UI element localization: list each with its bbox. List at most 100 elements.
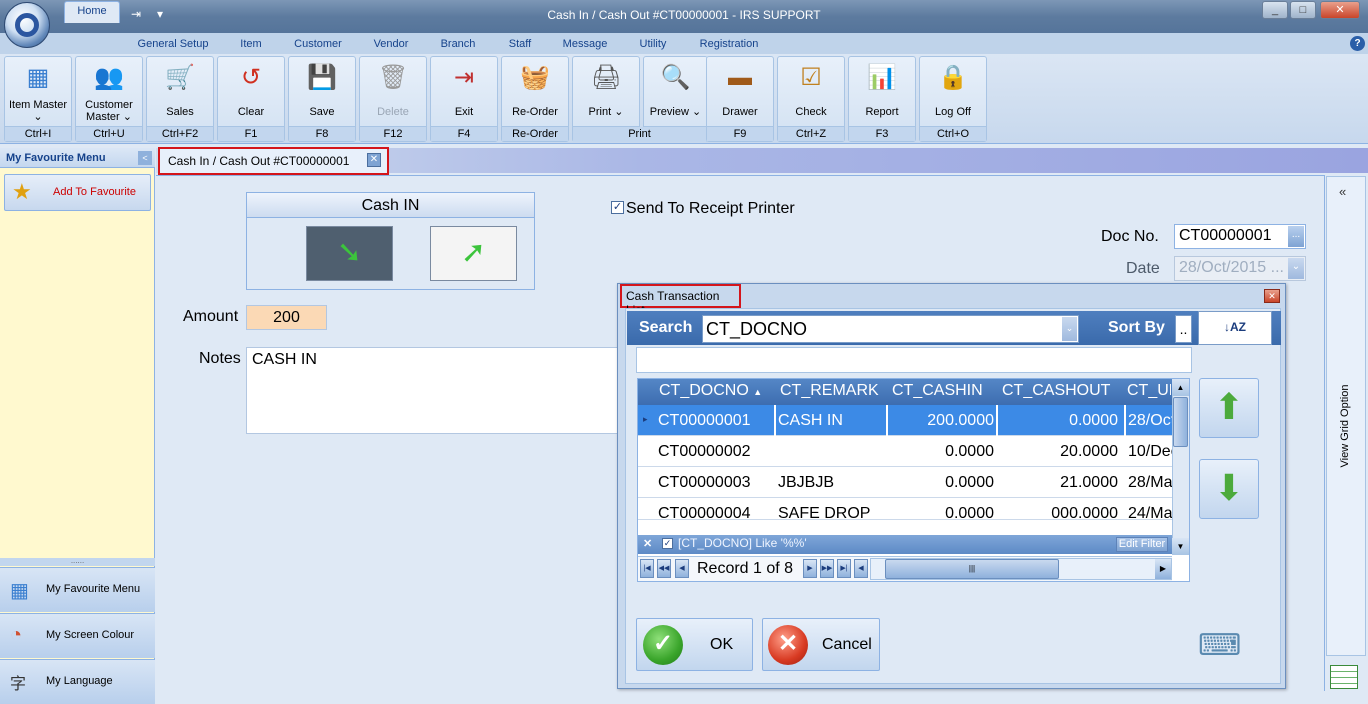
grid-view-icon[interactable]	[1330, 665, 1358, 689]
doc-no-lookup-button[interactable]: ...	[1288, 226, 1304, 247]
ribbon-button-label: Log Off	[935, 106, 971, 118]
send-receipt-checkbox[interactable]: ✓	[611, 201, 624, 214]
vertical-scroll-thumb[interactable]	[1173, 397, 1188, 447]
search-dropdown-icon[interactable]: ⌄	[1062, 317, 1077, 341]
nav-my-screen-colour[interactable]: My Screen Colour	[0, 613, 155, 658]
next-record-button[interactable]: ▶	[803, 559, 817, 578]
column-header-docno[interactable]: CT_DOCNO ▲	[659, 382, 762, 400]
tab-registration[interactable]: Registration	[692, 38, 766, 50]
ribbon-button-report[interactable]: 📊 Report F3	[848, 56, 916, 142]
ribbon-button-log-off[interactable]: 🔒 Log Off Ctrl+O	[919, 56, 987, 142]
column-header-remark[interactable]: CT_REMARK	[780, 382, 879, 400]
document-tab[interactable]: Cash In / Cash Out #CT00000001	[158, 147, 389, 175]
window-title: Cash In / Cash Out #CT00000001 - IRS SUP…	[547, 8, 821, 22]
ribbon-button-label: Check	[795, 106, 827, 118]
cancel-x-icon: ✕	[768, 625, 808, 665]
tab-staff[interactable]: Staff	[498, 38, 542, 50]
cash-out-button[interactable]: ➚	[430, 226, 517, 281]
last-record-button[interactable]: ▶|	[837, 559, 851, 578]
table-row[interactable]: ▸ CT00000001 CASH IN 200.0000 0.0000 28/Oct	[638, 405, 1172, 436]
cell-cashout: 21.0000	[1060, 474, 1118, 491]
clear-filter-icon[interactable]: ✕	[643, 537, 655, 550]
ribbon-button-drawer[interactable]: ▬ Drawer F9	[706, 56, 774, 142]
tab-item[interactable]: Item	[228, 38, 274, 50]
doc-no-field[interactable]: CT00000001	[1174, 224, 1306, 249]
tab-vendor[interactable]: Vendor	[362, 38, 420, 50]
document-tab-close-icon[interactable]: ✕	[367, 153, 381, 167]
edit-filter-button[interactable]: Edit Filter	[1116, 537, 1168, 552]
cash-in-icon: ➘	[336, 236, 363, 269]
sidebar-collapse-icon[interactable]: <	[138, 151, 152, 165]
cell-cashin: 0.0000	[945, 474, 994, 491]
cell-cashout: 0.0000	[1069, 412, 1118, 429]
send-receipt-label: Send To Receipt Printer	[626, 200, 795, 217]
tab-general-setup[interactable]: General Setup	[132, 38, 214, 50]
sort-by-field[interactable]: ..	[1175, 315, 1192, 343]
app-menu-orb[interactable]	[4, 2, 50, 48]
ribbon-button-sales[interactable]: 🛒 Sales Ctrl+F2	[146, 56, 214, 142]
prev-page-button[interactable]: ◀◀	[657, 559, 671, 578]
filter-text: [CT_DOCNO] Like '%%'	[678, 536, 807, 550]
quick-exit-icon[interactable]: ⇥	[128, 6, 144, 22]
column-header-cashout[interactable]: CT_CASHOUT	[1002, 382, 1110, 400]
table-row[interactable]: CT00000002 0.0000 20.0000 10/Dec	[638, 436, 1172, 467]
dialog-close-button[interactable]: ✕	[1264, 289, 1280, 303]
ribbon-button-label: Re-Order	[512, 106, 558, 118]
ribbon-button-label: Print ⌄	[588, 106, 624, 118]
scroll-down-icon[interactable]: ▼	[1172, 538, 1189, 555]
language-icon: 字	[10, 676, 27, 693]
ribbon-button-save[interactable]: 💾 Save F8	[288, 56, 356, 142]
table-row[interactable]: CT00000003 JBJBJB 0.0000 21.0000 28/Mar	[638, 467, 1172, 498]
clear-icon: ↺	[240, 64, 262, 91]
preview-icon: 🔍	[660, 64, 691, 91]
ribbon-shortcut-label: Ctrl+O	[920, 126, 986, 141]
ribbon-button-check[interactable]: ☑ Check Ctrl+Z	[777, 56, 845, 142]
keyboard-icon[interactable]: ⌨	[1198, 628, 1241, 663]
sort-az-button[interactable]: ↓AZ	[1198, 311, 1272, 345]
ribbon-button-label: Delete	[377, 106, 409, 118]
scroll-up-icon[interactable]: ▲	[1172, 379, 1189, 396]
item-master-icon: ▦	[26, 64, 50, 91]
tab-home[interactable]: Home	[64, 1, 120, 23]
tab-customer[interactable]: Customer	[288, 38, 348, 50]
tab-utility[interactable]: Utility	[628, 38, 678, 50]
move-down-button[interactable]: ⬇	[1199, 459, 1259, 519]
ribbon-button-label: Preview ⌄	[649, 106, 702, 118]
ribbon-button-label: Exit	[454, 106, 474, 118]
amount-field[interactable]: 200	[246, 305, 327, 330]
table-row[interactable]: CT00000004 SAFE DROP 0.0000 000.0000 24/Ma	[638, 498, 1172, 520]
cash-in-button[interactable]: ➘	[306, 226, 393, 281]
next-page-button[interactable]: ▶▶	[820, 559, 834, 578]
ribbon-button-re-order[interactable]: 🧺 Re-Order Re-Order	[501, 56, 569, 142]
column-header-cashin[interactable]: CT_CASHIN	[892, 382, 983, 400]
filter-enabled-checkbox[interactable]: ✓	[662, 538, 673, 549]
first-record-button[interactable]: |◀	[640, 559, 654, 578]
sort-asc-icon: ▲	[753, 387, 763, 397]
column-header-up[interactable]: CT_UP	[1127, 382, 1171, 400]
notes-field[interactable]: CASH IN	[246, 347, 626, 434]
ribbon-button-exit[interactable]: ⇥ Exit F4	[430, 56, 498, 142]
maximize-button[interactable]: □	[1290, 1, 1316, 19]
minimize-button[interactable]: _	[1262, 1, 1288, 19]
cell-docno: CT00000002	[658, 443, 751, 460]
move-up-button[interactable]: ⬆	[1199, 378, 1259, 438]
cell-remark: SAFE DROP	[778, 505, 871, 520]
sidebar-splitter[interactable]: ......	[0, 557, 155, 566]
prev-record-button[interactable]: ◀	[675, 559, 689, 578]
ribbon-button-customer-master[interactable]: 👥 Customer Master ⌄ Ctrl+U	[75, 56, 143, 142]
collapse-right-icon[interactable]: «	[1339, 184, 1346, 199]
scroll-right-icon[interactable]: ▶	[1155, 559, 1171, 579]
search-input[interactable]	[636, 347, 1192, 373]
close-window-button[interactable]: ✕	[1320, 1, 1360, 19]
tab-branch[interactable]: Branch	[434, 38, 482, 50]
ribbon-button-item-master[interactable]: ▦ Item Master ⌄ Ctrl+I	[4, 56, 72, 142]
help-icon[interactable]: ?	[1350, 36, 1365, 51]
cell-divider	[1124, 405, 1126, 436]
nav-more-button[interactable]: ◀	[854, 559, 868, 578]
ribbon-button-clear[interactable]: ↺ Clear F1	[217, 56, 285, 142]
horizontal-scroll-thumb[interactable]: |||	[885, 559, 1059, 579]
search-field-select[interactable]: CT_DOCNO	[702, 315, 1079, 343]
quick-access-dropdown-icon[interactable]: ▾	[152, 6, 168, 22]
tab-message[interactable]: Message	[556, 38, 614, 50]
ribbon-button-label: Drawer	[722, 106, 758, 118]
